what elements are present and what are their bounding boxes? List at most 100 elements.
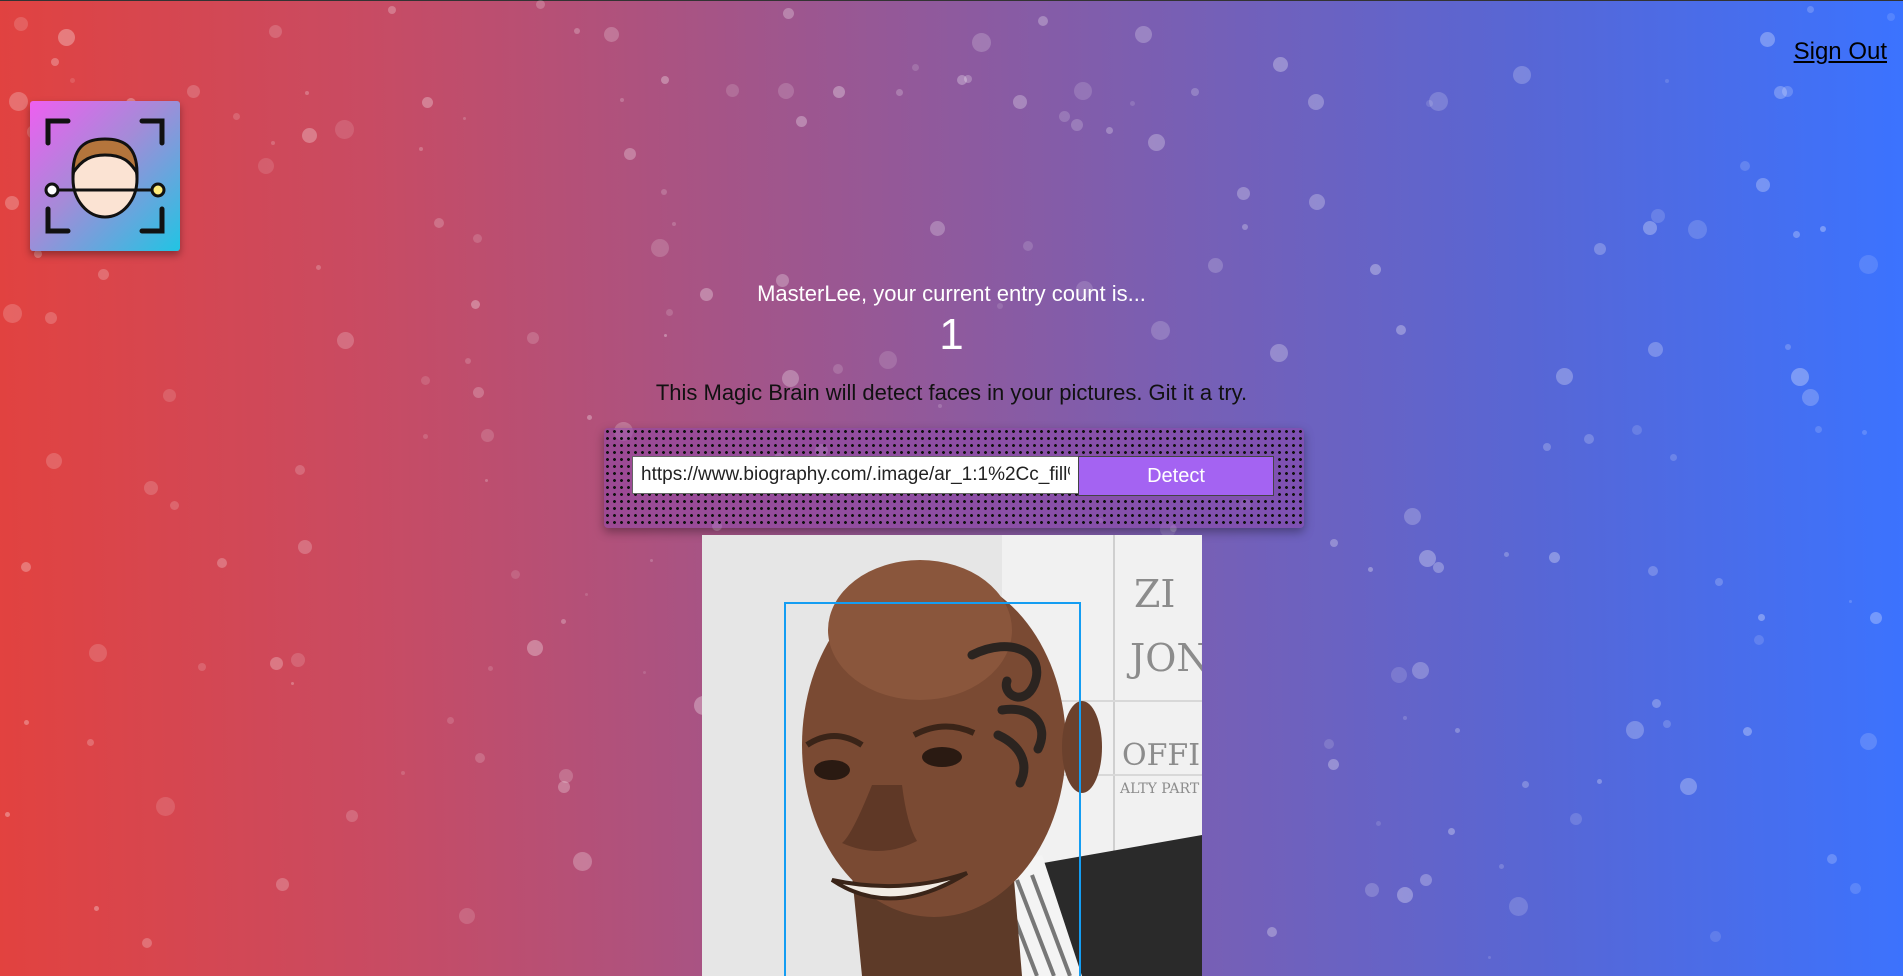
particle xyxy=(335,120,354,139)
logo[interactable] xyxy=(30,101,180,251)
particle xyxy=(1488,956,1491,959)
particle xyxy=(1420,874,1432,886)
particle xyxy=(46,453,62,469)
top-border xyxy=(0,0,1903,1)
particle xyxy=(1758,614,1765,621)
particle xyxy=(1887,13,1895,21)
particle xyxy=(1370,264,1381,275)
app-tagline: This Magic Brain will detect faces in yo… xyxy=(655,380,1248,405)
particle xyxy=(291,682,294,685)
particle xyxy=(9,92,28,111)
particle xyxy=(1448,828,1455,835)
sign-out-link[interactable]: Sign Out xyxy=(1794,38,1887,66)
particle xyxy=(1273,57,1288,72)
particle xyxy=(957,75,967,85)
detect-button[interactable]: Detect xyxy=(1078,456,1274,496)
particle xyxy=(1543,443,1551,451)
particle xyxy=(661,189,667,195)
entry-count-greeting: MasterLee, your current entry count is..… xyxy=(757,281,1146,306)
particle xyxy=(295,465,305,475)
particle xyxy=(1429,92,1448,111)
face-bounding-box xyxy=(784,602,1081,976)
sign-text-2: JON xyxy=(1126,636,1202,680)
particle xyxy=(291,653,305,667)
particle xyxy=(624,148,636,160)
particle xyxy=(269,25,282,38)
image-url-input[interactable] xyxy=(632,456,1078,494)
particle xyxy=(170,501,179,510)
particle xyxy=(1626,721,1644,739)
sign-text-4: ALTY PART xyxy=(1119,781,1200,797)
particle xyxy=(1397,887,1413,903)
particle xyxy=(1597,779,1602,784)
particle xyxy=(527,640,543,656)
particle xyxy=(1522,781,1529,788)
particle xyxy=(1849,600,1852,603)
particle xyxy=(1023,241,1033,251)
particle xyxy=(1793,231,1800,238)
particle xyxy=(1850,883,1861,894)
particle xyxy=(1680,778,1697,795)
particle xyxy=(258,158,274,174)
particle xyxy=(270,657,283,670)
particle xyxy=(643,671,646,674)
particle xyxy=(485,479,488,482)
particle xyxy=(1309,194,1325,210)
particle xyxy=(1774,86,1787,99)
particle xyxy=(1740,161,1750,171)
particle xyxy=(1815,426,1822,433)
particle xyxy=(144,481,158,495)
particle xyxy=(1663,720,1671,728)
particle xyxy=(217,558,227,568)
particle xyxy=(661,76,669,84)
particle xyxy=(1513,66,1531,84)
particle xyxy=(1135,26,1152,43)
particle xyxy=(346,810,358,822)
particle xyxy=(511,570,520,579)
particle xyxy=(912,64,919,71)
face-recognition-icon xyxy=(44,118,166,234)
particle xyxy=(198,663,206,671)
particle xyxy=(1013,95,1027,109)
particle xyxy=(422,97,433,108)
particle xyxy=(561,619,566,624)
particle xyxy=(5,196,19,210)
particle xyxy=(796,116,807,127)
particle xyxy=(1412,662,1429,679)
particle xyxy=(585,593,588,596)
particle xyxy=(1074,82,1092,100)
particle xyxy=(833,364,843,374)
particle xyxy=(1368,567,1373,572)
particle xyxy=(1148,134,1165,151)
particle xyxy=(783,8,794,19)
particle xyxy=(51,58,59,66)
particle xyxy=(651,239,669,257)
particle xyxy=(94,906,99,911)
particle xyxy=(1504,552,1509,557)
particle xyxy=(1870,612,1882,624)
particle xyxy=(1648,566,1658,576)
particle xyxy=(1827,854,1837,864)
particle xyxy=(1328,759,1339,770)
particle xyxy=(1308,94,1324,110)
particle xyxy=(1688,220,1707,239)
particle xyxy=(833,86,845,98)
particle xyxy=(1584,434,1594,444)
particle xyxy=(447,717,454,724)
particle xyxy=(1807,6,1814,13)
particle xyxy=(1237,187,1250,200)
particle xyxy=(778,83,794,99)
particle xyxy=(650,559,653,562)
particle xyxy=(1665,79,1669,83)
particle xyxy=(481,429,494,442)
particle xyxy=(1643,221,1657,235)
entry-count: 1 xyxy=(939,310,964,359)
particle xyxy=(573,852,592,871)
particle xyxy=(271,141,275,145)
particle xyxy=(1191,88,1199,96)
particle xyxy=(558,781,570,793)
particle xyxy=(21,562,31,572)
particle xyxy=(1652,699,1661,708)
particle xyxy=(536,0,545,9)
particle xyxy=(896,89,903,96)
